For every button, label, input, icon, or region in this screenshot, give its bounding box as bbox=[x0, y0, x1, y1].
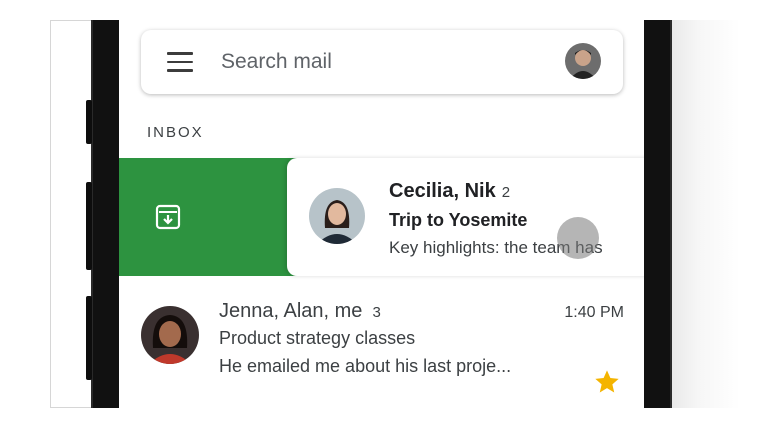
thread-count: 3 bbox=[372, 304, 381, 321]
sender-avatar bbox=[141, 306, 199, 364]
thread-senders: Cecilia, Nik 2 bbox=[389, 180, 510, 203]
thread-senders-text: Cecilia, Nik bbox=[389, 180, 496, 202]
thread-senders: Jenna, Alan, me 3 bbox=[219, 300, 381, 323]
thread-row-swiped[interactable]: Cecilia, Nik 2 Trip to Yosemite Key highl… bbox=[287, 158, 644, 276]
thread-count: 2 bbox=[501, 184, 511, 201]
thread-senders-text: Jenna, Alan, me bbox=[219, 300, 363, 322]
thread-row[interactable]: Jenna, Alan, me 3 1:40 PM Product strateg… bbox=[119, 282, 644, 408]
thread-subject: Trip to Yosemite bbox=[389, 210, 528, 230]
archive-icon bbox=[155, 204, 181, 230]
volume-down-button bbox=[86, 182, 92, 270]
search-bar[interactable]: Search mail bbox=[141, 30, 623, 94]
folder-label: INBOX bbox=[147, 124, 204, 141]
thread-snippet: He emailed me about his last proje... bbox=[219, 356, 512, 376]
phone-bezel-left bbox=[91, 20, 121, 408]
thread-time: 1:40 PM bbox=[564, 304, 624, 321]
device-shadow bbox=[670, 20, 740, 408]
sender-avatar bbox=[309, 188, 365, 244]
phone-bezel-right bbox=[644, 20, 672, 408]
gmail-screen: Search mail INBOX Cecilia, Nik 2 Trip to… bbox=[119, 20, 644, 408]
thread-subject: Product strategy classes bbox=[219, 328, 416, 348]
account-avatar[interactable] bbox=[565, 43, 601, 79]
volume-up-button bbox=[86, 100, 92, 144]
search-input[interactable]: Search mail bbox=[221, 50, 332, 74]
star-icon[interactable] bbox=[593, 368, 621, 396]
hamburger-menu-icon[interactable] bbox=[167, 52, 193, 72]
touch-indicator bbox=[557, 217, 599, 259]
power-button bbox=[86, 296, 92, 380]
